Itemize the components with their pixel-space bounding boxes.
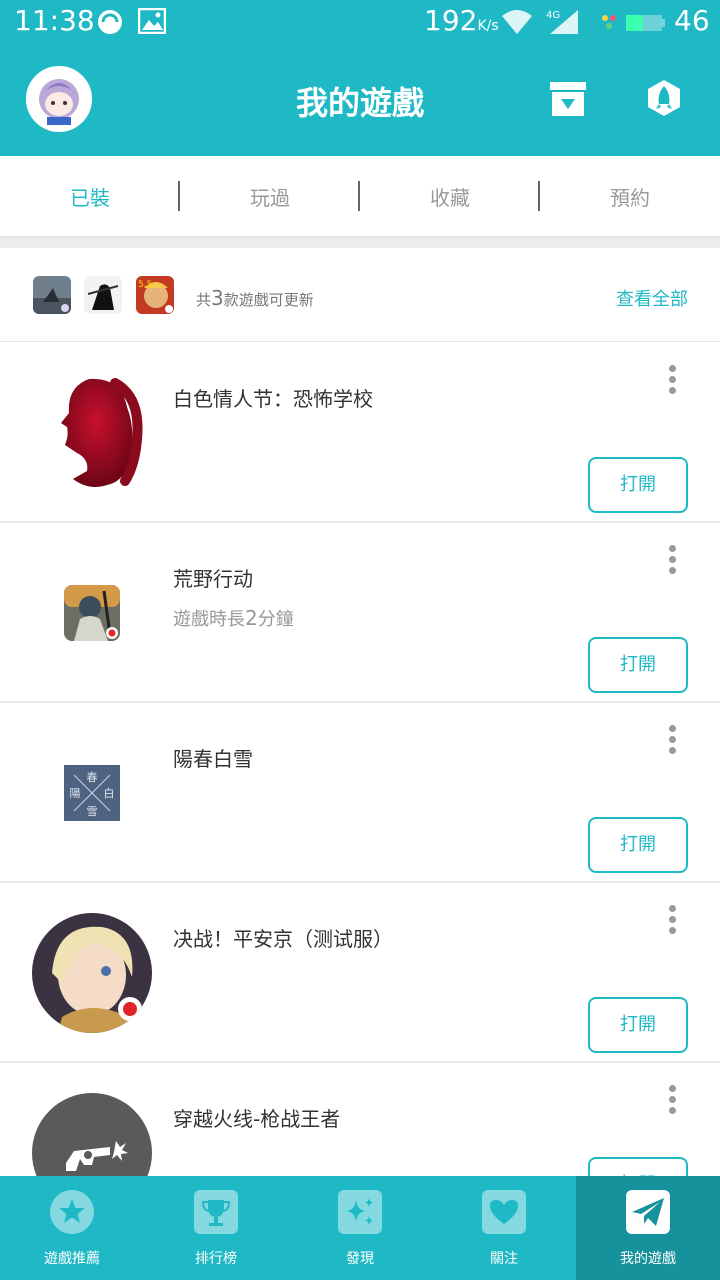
update-game-icon-3: 5.5 bbox=[136, 276, 174, 314]
more-options-icon[interactable] bbox=[664, 1085, 680, 1119]
sparkle-icon bbox=[338, 1190, 382, 1234]
update-game-icon-1 bbox=[33, 276, 71, 314]
game-title: 决战！平安京（测试服） bbox=[173, 927, 393, 951]
game-row[interactable]: 白色情人节：恐怖学校 打開 bbox=[0, 343, 720, 523]
heart-icon bbox=[482, 1190, 526, 1234]
star-icon bbox=[50, 1190, 94, 1234]
net-speed: 192K/s bbox=[424, 4, 499, 37]
battery-level: 46 bbox=[674, 4, 710, 37]
game-row[interactable]: 春 陽 白 雪 陽春白雪 打開 bbox=[0, 703, 720, 883]
signal-icon: 4G bbox=[546, 8, 580, 40]
status-time: 11:38 bbox=[14, 4, 95, 37]
status-bar: 11:38 192K/s 4G 46 bbox=[0, 0, 720, 44]
nav-label: 排行榜 bbox=[195, 1251, 237, 1267]
tab-reserved[interactable]: 預約 bbox=[540, 156, 720, 238]
nav-my-games[interactable]: 我的遊戲 bbox=[576, 1176, 720, 1280]
top-bar: 11:38 192K/s 4G 46 我的遊戲 bbox=[0, 0, 720, 156]
paper-plane-icon bbox=[626, 1190, 670, 1234]
nav-recommend[interactable]: 遊戲推薦 bbox=[0, 1176, 144, 1280]
nav-label: 發現 bbox=[346, 1251, 374, 1267]
silhouette-girl-icon bbox=[32, 373, 152, 493]
rocket-icon bbox=[648, 80, 680, 116]
nav-label: 關注 bbox=[490, 1251, 518, 1267]
wifi-icon bbox=[500, 8, 534, 40]
tab-installed[interactable]: 已裝 bbox=[0, 156, 180, 238]
image-icon bbox=[137, 7, 167, 38]
updates-count-text: 共3款遊戲可更新 bbox=[196, 286, 314, 310]
game-title: 穿越火线-枪战王者 bbox=[173, 1107, 341, 1131]
page-title: 我的遊戲 bbox=[295, 84, 424, 122]
game-row[interactable]: 决战！平安京（测试服） 打開 bbox=[0, 883, 720, 1063]
download-manager-button[interactable] bbox=[548, 78, 588, 118]
nav-label: 我的遊戲 bbox=[620, 1251, 676, 1267]
nav-label: 遊戲推薦 bbox=[44, 1251, 100, 1267]
game-title: 白色情人节：恐怖学校 bbox=[173, 387, 373, 411]
svg-text:5.5: 5.5 bbox=[138, 280, 152, 290]
updates-banner[interactable]: 5.5 共3款遊戲可更新 查看全部 bbox=[0, 248, 720, 342]
tab-played[interactable]: 玩過 bbox=[180, 156, 360, 238]
more-options-icon[interactable] bbox=[664, 545, 680, 579]
more-options-icon[interactable] bbox=[664, 725, 680, 759]
more-options-icon[interactable] bbox=[664, 365, 680, 399]
bottom-navigation: 遊戲推薦 排行榜 發現 關注 我的遊戲 bbox=[0, 1176, 720, 1280]
nav-discover[interactable]: 發現 bbox=[288, 1176, 432, 1280]
svg-text:雪: 雪 bbox=[87, 805, 98, 818]
anime-character-icon bbox=[32, 913, 152, 1033]
open-game-button[interactable]: 打開 bbox=[588, 997, 688, 1053]
update-game-icon-2 bbox=[84, 276, 122, 314]
tab-bar: 已裝 玩過 收藏 預約 bbox=[0, 156, 720, 238]
download-box-icon bbox=[550, 82, 586, 116]
play-time: 遊戲時長2分鐘 bbox=[173, 606, 294, 630]
app-bar: 我的遊戲 bbox=[0, 44, 720, 156]
game-title: 荒野行动 bbox=[173, 567, 253, 591]
svg-text:白: 白 bbox=[104, 786, 115, 800]
yangchun-icon: 春 陽 白 雪 bbox=[32, 733, 152, 853]
more-options-icon[interactable] bbox=[664, 905, 680, 939]
battery-icon bbox=[626, 8, 666, 40]
open-game-button[interactable]: 打開 bbox=[588, 637, 688, 693]
svg-text:4G: 4G bbox=[546, 10, 560, 21]
open-game-button[interactable]: 打開 bbox=[588, 817, 688, 873]
rocket-button[interactable] bbox=[644, 78, 684, 118]
tab-favorites[interactable]: 收藏 bbox=[360, 156, 540, 238]
game-title: 陽春白雪 bbox=[173, 747, 253, 771]
view-all-link[interactable]: 查看全部 bbox=[616, 285, 688, 311]
soldier-game-icon bbox=[32, 553, 152, 673]
section-divider bbox=[0, 238, 720, 248]
nav-ranking[interactable]: 排行榜 bbox=[144, 1176, 288, 1280]
open-game-button[interactable]: 打開 bbox=[588, 457, 688, 513]
dots-icon bbox=[600, 8, 620, 40]
svg-text:陽: 陽 bbox=[70, 787, 81, 800]
nav-follow[interactable]: 關注 bbox=[432, 1176, 576, 1280]
sync-icon bbox=[96, 8, 124, 40]
game-row[interactable]: 荒野行动 遊戲時長2分鐘 打開 bbox=[0, 523, 720, 703]
svg-text:春: 春 bbox=[87, 771, 98, 784]
trophy-icon bbox=[194, 1190, 238, 1234]
